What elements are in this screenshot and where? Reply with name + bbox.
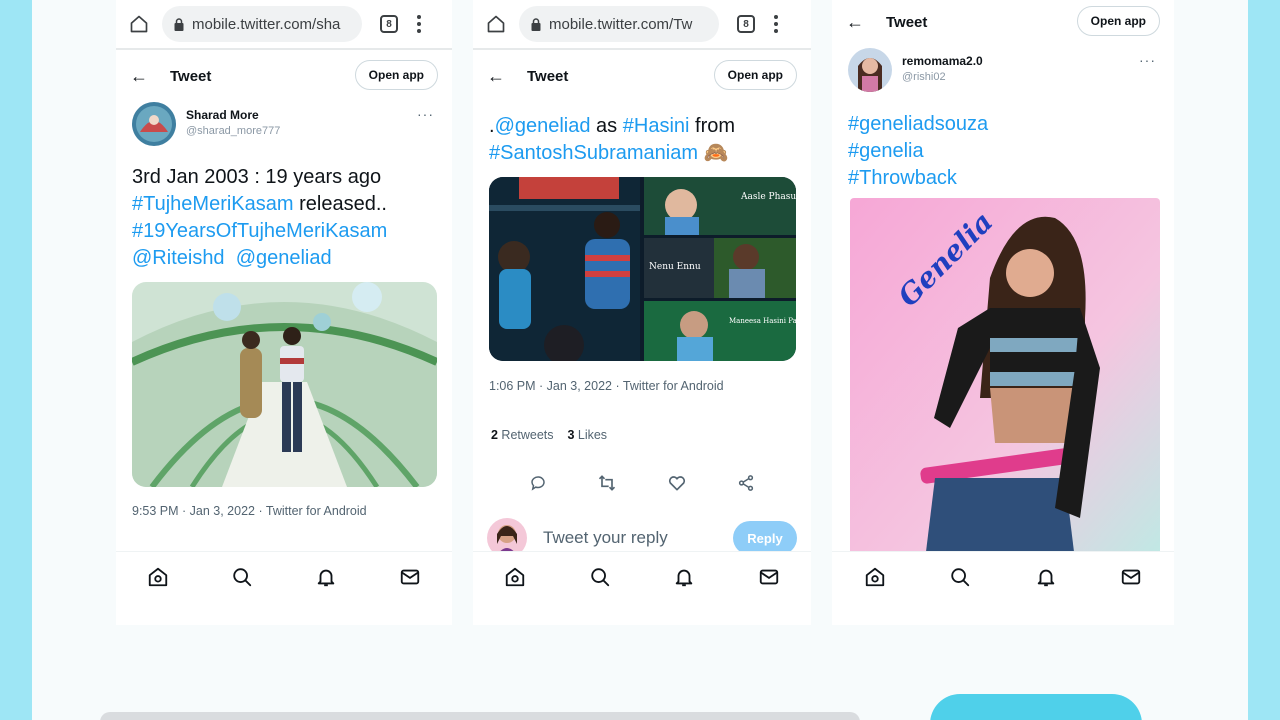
tweet-text: #geneliadsouza #genelia #Throwback	[848, 111, 1158, 192]
home-icon[interactable]	[146, 565, 170, 589]
share-icon[interactable]	[735, 472, 757, 494]
author-name[interactable]: remomama2.0	[902, 54, 983, 68]
tweet-author: Sharad More @sharad_more777 ···	[132, 102, 436, 146]
tweet-header: ← Tweet Open app	[832, 0, 1174, 44]
open-app-button[interactable]: Open app	[713, 60, 797, 90]
tweet-header: ← Tweet Open app	[473, 54, 811, 98]
address-bar[interactable]: mobile.twitter.com/sha	[162, 6, 362, 42]
tweet-actions	[473, 472, 811, 494]
tab-switcher-button[interactable]: 8	[380, 15, 398, 33]
footer-button-shape	[930, 694, 1142, 720]
bell-icon[interactable]	[672, 565, 696, 589]
hashtag-link[interactable]: #genelia	[848, 140, 924, 162]
see-no-evil-emoji: 🙈	[703, 142, 729, 164]
collage-caption: Nenu Ennu	[649, 262, 701, 272]
address-bar[interactable]: mobile.twitter.com/Tw	[519, 6, 719, 42]
retweet-icon[interactable]	[596, 472, 618, 494]
tweet-text-fragment: from	[689, 115, 736, 137]
page-title: Tweet	[886, 13, 928, 31]
url-text: mobile.twitter.com/sha	[192, 15, 341, 33]
more-options-icon[interactable]: ···	[1139, 52, 1156, 68]
hashtag-link[interactable]: #SantoshSubramaniam	[489, 142, 698, 164]
tweet-text: .@geneliad as #Hasini from #SantoshSubra…	[489, 113, 799, 167]
tweet-photo-collage[interactable]: Aasle Phasuleda Nenu Ennu Maneesa Hasini…	[489, 177, 796, 361]
bell-icon[interactable]	[1034, 565, 1058, 589]
browser-menu-icon[interactable]	[414, 15, 424, 33]
bottom-navigation	[116, 551, 452, 601]
avatar[interactable]	[132, 102, 176, 146]
page-title: Tweet	[170, 67, 212, 85]
open-app-button[interactable]: Open app	[354, 60, 438, 90]
back-arrow-icon[interactable]: ←	[487, 66, 507, 87]
tweet-photo[interactable]	[132, 282, 437, 487]
tab-switcher-button[interactable]: 8	[737, 15, 755, 33]
like-icon[interactable]	[666, 472, 688, 494]
page-title: Tweet	[527, 67, 569, 85]
mention-link[interactable]: @geneliad	[236, 247, 332, 269]
lock-icon	[174, 17, 184, 31]
tweet-photo-poster[interactable]: Genelia	[850, 198, 1160, 560]
tweet-text-fragment: as	[590, 115, 623, 137]
mention-link[interactable]: @geneliad	[495, 115, 591, 137]
bottom-navigation	[473, 551, 811, 601]
tweet-author: remomama2.0 @rishi02 ···	[848, 48, 1158, 92]
bell-icon[interactable]	[314, 565, 338, 589]
tweet-panel-sharad: mobile.twitter.com/sha 8 ← Tweet Open ap…	[116, 0, 452, 625]
mail-icon[interactable]	[757, 565, 781, 589]
url-text: mobile.twitter.com/Tw	[549, 15, 693, 33]
tweet-text: 3rd Jan 2003 : 19 years ago #TujheMeriKa…	[132, 164, 442, 272]
more-options-icon[interactable]: ···	[417, 106, 434, 122]
collage-caption: Aasle Phasuleda	[740, 192, 796, 202]
home-icon[interactable]	[503, 565, 527, 589]
hashtag-link[interactable]: #Throwback	[848, 167, 957, 189]
hashtag-link[interactable]: #geneliadsouza	[848, 113, 988, 135]
browser-menu-icon[interactable]	[771, 15, 781, 33]
like-label[interactable]: Likes	[574, 428, 607, 442]
author-handle[interactable]: @sharad_more777	[186, 125, 280, 137]
browser-toolbar: mobile.twitter.com/sha 8	[116, 0, 452, 50]
footer-placeholder-bar	[100, 712, 860, 720]
tweet-timestamp[interactable]: 1:06 PM · Jan 3, 2022 · Twitter for Andr…	[489, 379, 724, 393]
reply-input[interactable]: Tweet your reply	[543, 528, 733, 548]
back-arrow-icon[interactable]: ←	[846, 12, 866, 33]
reply-button[interactable]: Reply	[733, 521, 797, 555]
tweet-timestamp[interactable]: 9:53 PM · Jan 3, 2022 · Twitter for Andr…	[132, 504, 367, 518]
browser-home-icon[interactable]	[126, 11, 152, 37]
tweet-text-fragment: released..	[293, 193, 387, 215]
retweet-count[interactable]: 2	[491, 428, 498, 442]
tweet-text-line: 3rd Jan 2003 : 19 years ago	[132, 166, 382, 188]
retweet-label[interactable]: Retweets	[498, 428, 553, 442]
search-icon[interactable]	[230, 565, 254, 589]
lock-icon	[531, 17, 541, 31]
search-icon[interactable]	[588, 565, 612, 589]
open-app-button[interactable]: Open app	[1076, 6, 1160, 36]
browser-home-icon[interactable]	[483, 11, 509, 37]
reply-icon[interactable]	[527, 472, 549, 494]
tweet-panel-geneliad: mobile.twitter.com/Tw 8 ← Tweet Open app…	[473, 0, 811, 625]
search-icon[interactable]	[948, 565, 972, 589]
tweet-stats: 2 Retweets 3 Likes	[491, 428, 607, 442]
hashtag-link[interactable]: #Hasini	[623, 115, 690, 137]
home-icon[interactable]	[863, 565, 887, 589]
hashtag-link[interactable]: #TujheMeriKasam	[132, 193, 294, 215]
mention-link[interactable]: @Riteishd	[132, 247, 225, 269]
tweet-panel-remomama: ← Tweet Open app remomama2.0 @rishi02 ··…	[832, 0, 1174, 625]
collage-caption: Maneesa Hasini Panthi Ilaata Kay tay ras…	[729, 317, 796, 325]
mail-icon[interactable]	[398, 565, 422, 589]
mail-icon[interactable]	[1119, 565, 1143, 589]
hashtag-link[interactable]: #19YearsOfTujheMeriKasam	[132, 220, 387, 242]
author-name[interactable]: Sharad More	[186, 108, 280, 122]
tweet-header: ← Tweet Open app	[116, 54, 452, 98]
avatar[interactable]	[848, 48, 892, 92]
browser-toolbar: mobile.twitter.com/Tw 8	[473, 0, 811, 50]
author-handle[interactable]: @rishi02	[902, 71, 983, 83]
back-arrow-icon[interactable]: ←	[130, 66, 150, 87]
bottom-navigation	[832, 551, 1174, 601]
